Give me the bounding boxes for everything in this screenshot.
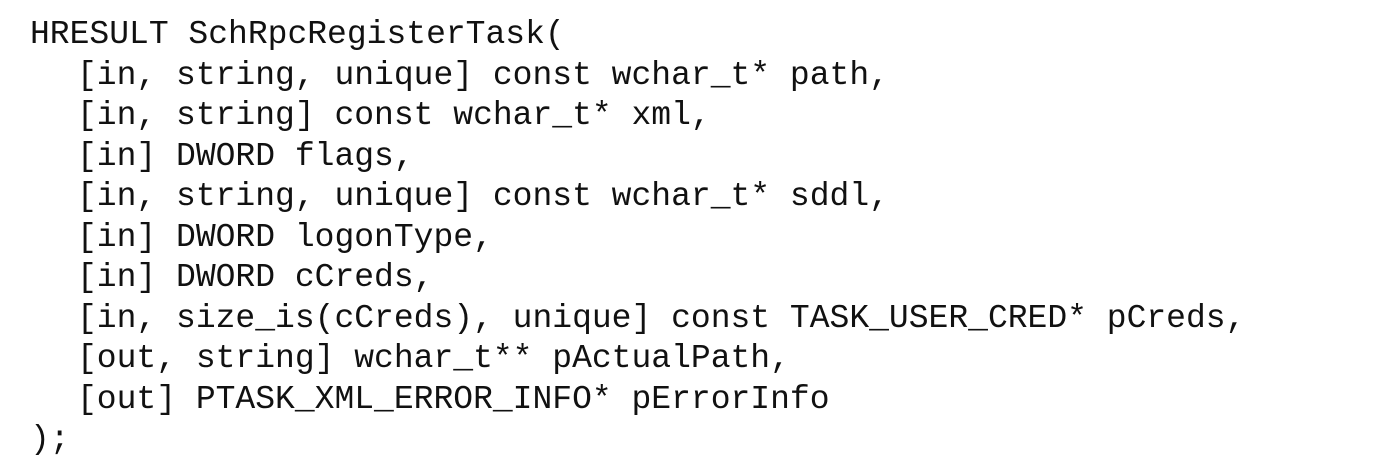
param-line-actual-path: [out, string] wchar_t** pActualPath, xyxy=(77,340,790,377)
param-line-flags: [in] DWORD flags, xyxy=(77,137,414,175)
param-line-ccreds: [in] DWORD cCreds, xyxy=(77,259,434,296)
code-listing: HRESULT SchRpcRegisterTask([in, string, … xyxy=(30,15,1245,461)
param-line-error-info: [out] PTASK_XML_ERROR_INFO* pErrorInfo xyxy=(77,380,830,418)
closing-line: ); xyxy=(30,421,70,458)
param-line-pcreds: [in, size_is(cCreds), unique] const TASK… xyxy=(77,299,1246,337)
function-signature-line: HRESULT SchRpcRegisterTask( xyxy=(30,16,565,53)
param-line-path: [in, string, unique] const wchar_t* path… xyxy=(77,56,889,94)
param-line-sddl: [in, string, unique] const wchar_t* sddl… xyxy=(77,178,889,215)
param-line-logon-type: [in] DWORD logonType, xyxy=(77,218,493,256)
param-line-xml: [in, string] const wchar_t* xml, xyxy=(77,97,711,134)
